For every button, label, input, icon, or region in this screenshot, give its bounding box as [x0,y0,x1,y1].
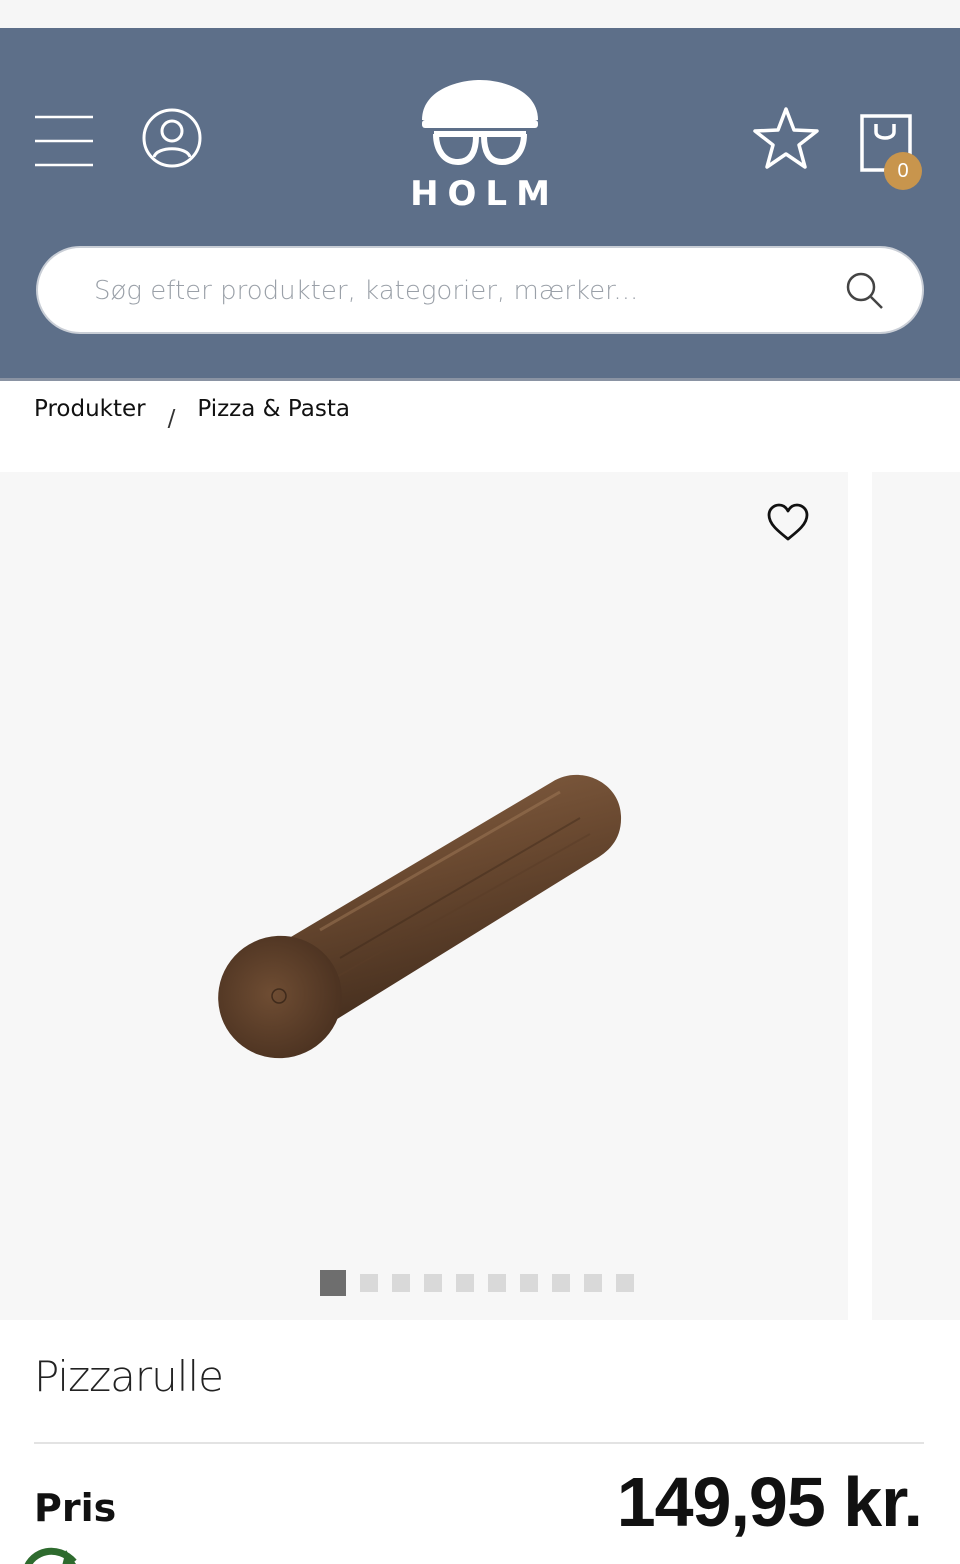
gallery-dot[interactable] [456,1274,474,1292]
favorite-button[interactable] [762,498,814,546]
menu-button[interactable] [30,108,98,174]
heart-icon [767,503,809,541]
recycle-icon [18,1540,82,1564]
gallery-dot[interactable] [392,1274,410,1292]
price-value: 149,95 kr. [616,1463,923,1541]
product-title: Pizzarulle [34,1352,224,1401]
rolling-pin-image [218,774,622,1059]
title-divider [34,1442,924,1444]
star-icon [753,107,819,169]
search-bar [36,246,924,334]
gallery-dot[interactable] [424,1274,442,1292]
user-account-icon [142,108,202,168]
gallery-dot[interactable] [360,1274,378,1292]
gallery-dot[interactable] [488,1274,506,1292]
holm-logo-icon [422,80,538,166]
gallery-pagination [320,1270,634,1296]
brand-name: HOLM [410,174,559,214]
breadcrumb-item-pizza-pasta[interactable]: Pizza & Pasta [197,396,350,422]
gallery-dot[interactable] [616,1274,634,1292]
gallery-dot[interactable] [584,1274,602,1292]
search-button[interactable] [838,266,892,316]
status-strip [0,0,960,28]
brand-logo[interactable]: HOLM [400,76,560,214]
cart-count-badge: 0 [884,152,922,190]
breadcrumb-item-products[interactable]: Produkter [34,396,146,422]
search-icon [846,272,883,309]
hamburger-menu-icon [35,115,93,167]
search-input[interactable] [94,264,814,318]
breadcrumb: Produkter / Pizza & Pasta [34,396,350,440]
gallery-next-slide-peek[interactable] [872,472,960,1320]
product-image-rolling-pin [200,752,640,1072]
price-label: Pris [34,1486,117,1530]
gallery-dot[interactable] [320,1270,346,1296]
gallery-dot[interactable] [520,1274,538,1292]
gallery-dot[interactable] [552,1274,570,1292]
breadcrumb-separator: / [167,406,176,432]
header-divider [0,378,960,381]
wishlist-button[interactable] [748,102,824,174]
account-button[interactable] [138,104,206,172]
